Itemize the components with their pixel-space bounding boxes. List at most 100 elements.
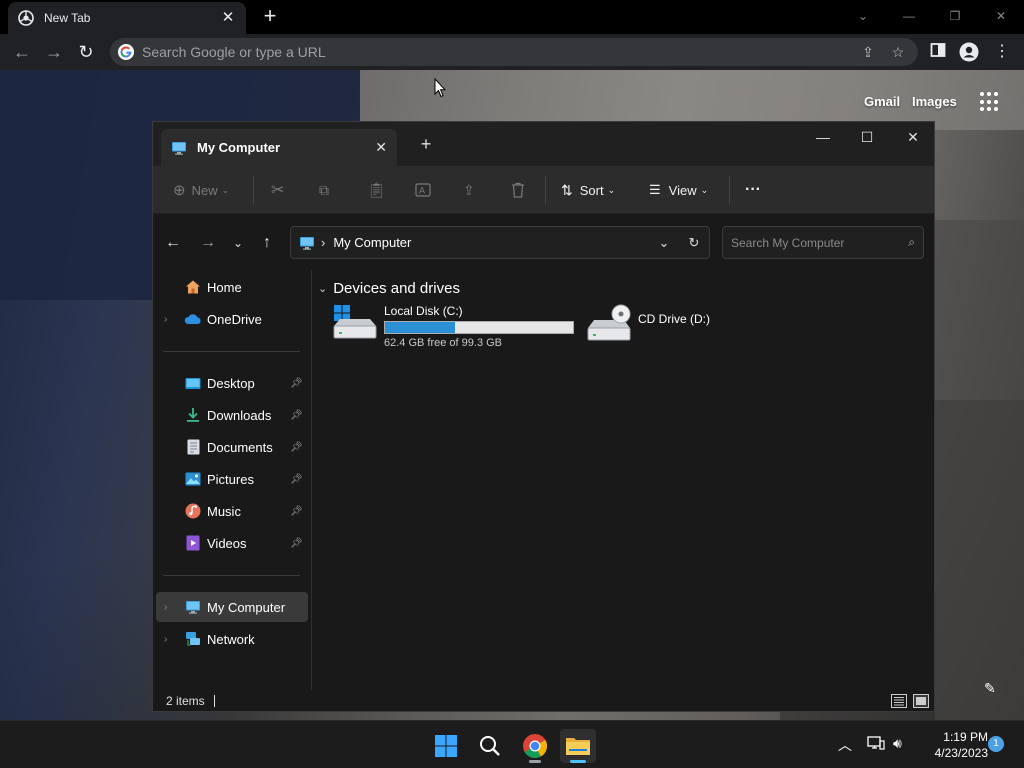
sort-button-label: Sort: [579, 182, 604, 198]
sidebar-item-videos[interactable]: Videos 📌︎: [156, 528, 308, 558]
address-bar[interactable]: › My Computer ⌄ ↻: [290, 226, 710, 259]
copy-icon[interactable]: ⧉: [319, 180, 329, 200]
pin-icon[interactable]: 📌︎: [290, 410, 304, 421]
sidebar-item-desktop[interactable]: Desktop 📌︎: [156, 368, 308, 398]
explorer-command-bar: ⊕ New ⌄ ✂ ⧉ 📋︎ A ⇪ ⇅ Sort ⌄ ☰ View ⌄ ···: [153, 166, 934, 214]
profile-avatar-icon[interactable]: [959, 42, 979, 62]
explorer-title-bar: My Computer ✕ + — ☐ ✕: [153, 122, 934, 166]
explorer-new-tab-button[interactable]: +: [416, 134, 436, 154]
explorer-close-button[interactable]: ✕: [899, 126, 927, 148]
explorer-tab-my-computer[interactable]: My Computer ✕: [161, 129, 397, 166]
new-button[interactable]: ⊕ New ⌄: [173, 180, 229, 200]
chrome-icon[interactable]: [517, 729, 553, 763]
refresh-icon[interactable]: ↻: [679, 235, 709, 251]
sidebar-item-documents[interactable]: Documents 📌︎: [156, 432, 308, 462]
explorer-minimize-button[interactable]: —: [809, 126, 837, 148]
expand-chevron-icon[interactable]: ›: [164, 602, 176, 613]
clock-date: 4/23/2023: [934, 746, 988, 760]
running-indicator: [529, 760, 541, 763]
browser-restore-button[interactable]: ❐: [944, 6, 966, 26]
sidebar-item-downloads[interactable]: Downloads 📌︎: [156, 400, 308, 430]
back-arrow-icon[interactable]: ←: [162, 232, 184, 254]
sidebar-item-pictures[interactable]: Pictures 📌︎: [156, 464, 308, 494]
share-icon[interactable]: ⇪: [858, 42, 878, 62]
new-button-label: New: [191, 182, 218, 198]
file-explorer-icon[interactable]: [560, 729, 596, 763]
pin-icon[interactable]: 📌︎: [290, 474, 304, 485]
address-dropdown-chevron-icon[interactable]: ⌄: [649, 235, 679, 251]
view-button[interactable]: ☰ View ⌄: [649, 180, 708, 200]
notification-badge[interactable]: 1: [988, 736, 1004, 752]
pin-icon[interactable]: 📌︎: [290, 506, 304, 517]
sort-button[interactable]: ⇅ Sort ⌄: [561, 180, 615, 200]
computer-icon: [172, 141, 186, 155]
large-icons-view-icon[interactable]: [913, 694, 929, 708]
tab-search-chevron-icon[interactable]: ⌄: [852, 6, 874, 26]
browser-minimize-button[interactable]: —: [898, 6, 920, 26]
more-options-icon[interactable]: ···: [745, 180, 761, 200]
chrome-favicon-icon: [18, 10, 34, 26]
paste-icon[interactable]: 📋︎: [367, 180, 386, 200]
search-icon[interactable]: [472, 729, 508, 763]
network-icon: [184, 630, 202, 648]
nav-divider: [163, 575, 300, 576]
share-icon[interactable]: ⇪: [463, 180, 475, 200]
expand-chevron-icon[interactable]: ›: [164, 314, 176, 325]
pin-icon[interactable]: 📌︎: [290, 538, 304, 549]
forward-arrow-icon[interactable]: →: [197, 232, 219, 254]
chrome-tab-new-tab[interactable]: New Tab ✕: [8, 2, 246, 34]
up-arrow-icon[interactable]: ↑: [256, 232, 278, 254]
sidebar-item-home[interactable]: Home: [156, 272, 308, 302]
search-input[interactable]: [731, 235, 909, 250]
start-icon[interactable]: [428, 729, 464, 763]
bookmark-star-icon[interactable]: ☆: [888, 42, 908, 62]
expand-chevron-icon[interactable]: ›: [164, 634, 176, 645]
images-link[interactable]: Images: [912, 94, 957, 109]
search-icon[interactable]: ⌕: [908, 235, 915, 250]
omnibox-placeholder: Search Google or type a URL: [142, 44, 326, 60]
network-status-icon[interactable]: [867, 735, 885, 754]
new-tab-button[interactable]: +: [258, 5, 282, 29]
drive-name: CD Drive (D:): [638, 312, 710, 326]
google-apps-icon[interactable]: [980, 92, 1000, 112]
group-header[interactable]: ⌄ Devices and drives: [318, 280, 460, 297]
side-panel-icon[interactable]: [928, 42, 948, 62]
breadcrumb[interactable]: My Computer: [333, 235, 649, 250]
drive-cd-d[interactable]: CD Drive (D:): [586, 304, 710, 344]
back-arrow-icon[interactable]: ←: [10, 40, 34, 64]
close-tab-icon[interactable]: ✕: [375, 139, 387, 156]
sidebar-item-onedrive[interactable]: › OneDrive: [156, 304, 308, 334]
sidebar-item-label: Downloads: [207, 407, 272, 423]
sidebar-item-label: Network: [207, 631, 255, 647]
volume-icon[interactable]: 🔊︎: [893, 735, 902, 752]
content-pane: ⌄ Devices and drives Local Disk (C:) 62.…: [312, 270, 934, 690]
sidebar-item-music[interactable]: Music 📌︎: [156, 496, 308, 526]
browser-close-button[interactable]: ✕: [990, 6, 1012, 26]
delete-icon[interactable]: [511, 180, 525, 200]
search-box[interactable]: ⌕: [722, 226, 924, 259]
customize-pencil-icon[interactable]: ✎: [984, 680, 996, 697]
close-tab-icon[interactable]: ✕: [220, 10, 236, 26]
command-separator: [545, 176, 546, 204]
gmail-link[interactable]: Gmail: [864, 94, 900, 109]
rename-icon[interactable]: A: [415, 180, 431, 200]
sidebar-item-my-computer[interactable]: › My Computer: [156, 592, 308, 622]
drive-local-disk-c[interactable]: Local Disk (C:) 62.4 GB free of 99.3 GB: [332, 304, 574, 349]
pin-icon[interactable]: 📌︎: [290, 378, 304, 389]
cut-icon[interactable]: ✂: [271, 180, 284, 200]
sidebar-item-network[interactable]: › Network: [156, 624, 308, 654]
recent-locations-chevron-icon[interactable]: ⌄: [227, 232, 249, 254]
kebab-menu-icon[interactable]: ⋮: [992, 42, 1012, 62]
omnibox[interactable]: Search Google or type a URL ⇪ ☆: [110, 38, 918, 66]
command-separator: [253, 176, 254, 204]
details-view-icon[interactable]: [891, 694, 907, 708]
clock[interactable]: 1:19 PM 4/23/2023: [922, 729, 988, 761]
pin-icon[interactable]: 📌︎: [290, 442, 304, 453]
reload-icon[interactable]: ↻: [74, 40, 98, 64]
forward-arrow-icon[interactable]: →: [42, 40, 66, 64]
show-hidden-icons-chevron-icon[interactable]: ︿: [838, 735, 852, 755]
file-explorer-window: My Computer ✕ + — ☐ ✕ ⊕ New ⌄ ✂ ⧉ 📋︎ A ⇪…: [152, 121, 935, 712]
explorer-address-row: ← → ⌄ ↑ › My Computer ⌄ ↻ ⌕: [153, 214, 934, 270]
explorer-maximize-button[interactable]: ☐: [853, 126, 881, 148]
taskbar: ︿ 🔊︎ 1:19 PM 4/23/2023: [0, 720, 1024, 768]
